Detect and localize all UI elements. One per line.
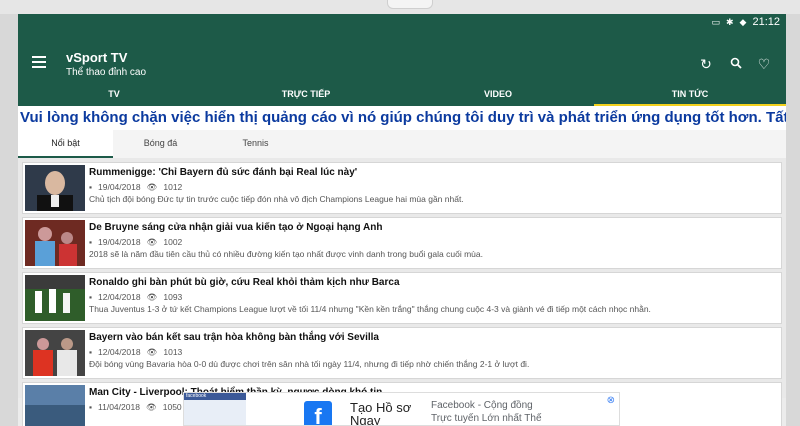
news-views: 1013 [163,347,183,357]
calendar-icon: ▪ [89,292,93,302]
eye-icon: 👁 [146,347,158,357]
news-title: Rummenigge: 'Chỉ Bayern đủ sức đánh bại … [89,167,358,178]
bluetooth-icon: ✱ [726,17,734,27]
calendar-icon: ▪ [89,237,93,247]
news-item[interactable]: Rummenigge: 'Chỉ Bayern đủ sức đánh bại … [22,162,782,214]
ad-line-1: Facebook - Cộng đồng [431,400,533,411]
calendar-icon: ▪ [89,402,93,412]
ad-line-2: Trực tuyến Lớn nhất Thế [431,413,542,424]
news-thumbnail [25,330,85,376]
news-thumbnail [25,165,85,211]
eye-icon: 👁 [146,237,158,247]
tab-live[interactable]: TRỰC TIẾP [210,84,402,106]
news-date: 12/04/2018 [98,292,141,302]
news-item[interactable]: Bayern vào bán kết sau trận hòa không bà… [22,327,782,379]
wifi-icon: ◆ [739,17,747,27]
app-title: vSport TV [66,50,128,65]
news-thumbnail [25,275,85,321]
heart-icon[interactable]: ♡ [756,56,772,72]
subtab-tennis[interactable]: Tennis [208,130,303,158]
device-bezel-left [0,14,18,426]
news-item[interactable]: De Bruyne sáng cửa nhận giải vua kiến tạ… [22,217,782,269]
app-subtitle: Thể thao đỉnh cao [66,67,147,78]
news-views: 1050 [162,402,182,412]
news-description: 2018 sẽ là năm đầu tiên cầu thủ có nhiều… [89,249,483,259]
sub-tabs: Nổi bật Bóng đá Tennis [18,130,786,158]
banner-ad[interactable]: facebook f Tạo Hồ sơ Ngay Facebook - Cộn… [183,392,620,426]
news-description: Chủ tịch đội bóng Đức tự tin trước cuộc … [89,194,464,204]
news-date: 19/04/2018 [98,182,141,192]
news-thumbnail [25,385,85,426]
tab-tv[interactable]: TV [18,84,210,106]
device-notch [387,0,433,9]
tab-video[interactable]: VIDEO [402,84,594,106]
menu-icon[interactable] [32,56,46,68]
search-icon[interactable] [728,56,744,72]
ad-preview-label: facebook [184,393,246,400]
facebook-logo-icon: f [304,401,332,425]
eye-icon: 👁 [145,402,157,412]
app-bar: vSport TV Thể thao đỉnh cao ↻ ♡ [18,30,786,84]
subtab-football[interactable]: Bóng đá [113,130,208,158]
news-date: 12/04/2018 [98,347,141,357]
news-list: Rummenigge: 'Chỉ Bayern đủ sức đánh bại … [18,158,786,426]
news-title: De Bruyne sáng cửa nhận giải vua kiến tạ… [89,222,383,233]
calendar-icon: ▪ [89,347,93,357]
news-title: Bayern vào bán kết sau trận hòa không bà… [89,332,379,343]
eye-icon: 👁 [146,292,158,302]
ad-title: Tạo Hồ sơ Ngay [350,400,412,426]
news-views: 1002 [163,237,183,247]
ad-close-icon[interactable]: ⊗ [607,395,615,406]
main-tabs: TV TRỰC TIẾP VIDEO TIN TỨC [18,84,786,106]
eye-icon: 👁 [146,182,158,192]
refresh-icon[interactable]: ↻ [698,56,714,72]
news-description: Đội bóng vùng Bavaria hòa 0-0 dù được ch… [89,359,530,369]
news-thumbnail [25,220,85,266]
status-time: 21:12 [752,16,780,28]
news-date: 19/04/2018 [98,237,141,247]
tab-news[interactable]: TIN TỨC [594,84,786,106]
status-bar: ▭ ✱ ◆ 21:12 [18,14,786,30]
news-item[interactable]: Ronaldo ghi bàn phút bù giờ, cứu Real kh… [22,272,782,324]
news-title: Ronaldo ghi bàn phút bù giờ, cứu Real kh… [89,277,400,288]
news-views: 1093 [163,292,183,302]
news-views: 1012 [163,182,183,192]
ad-notice-marquee: Vui lòng không chặn việc hiển thị quảng … [18,106,786,130]
ad-preview-image: facebook [184,393,246,425]
calendar-icon: ▪ [89,182,93,192]
news-description: Thua Juventus 1-3 ở tứ kết Champions Lea… [89,304,651,314]
device-bezel-right [786,14,800,426]
app-screen: ▭ ✱ ◆ 21:12 vSport TV Thể thao đỉnh cao … [18,14,786,426]
news-date: 11/04/2018 [98,402,140,412]
cast-icon: ▭ [711,17,720,27]
subtab-featured[interactable]: Nổi bật [18,130,113,158]
